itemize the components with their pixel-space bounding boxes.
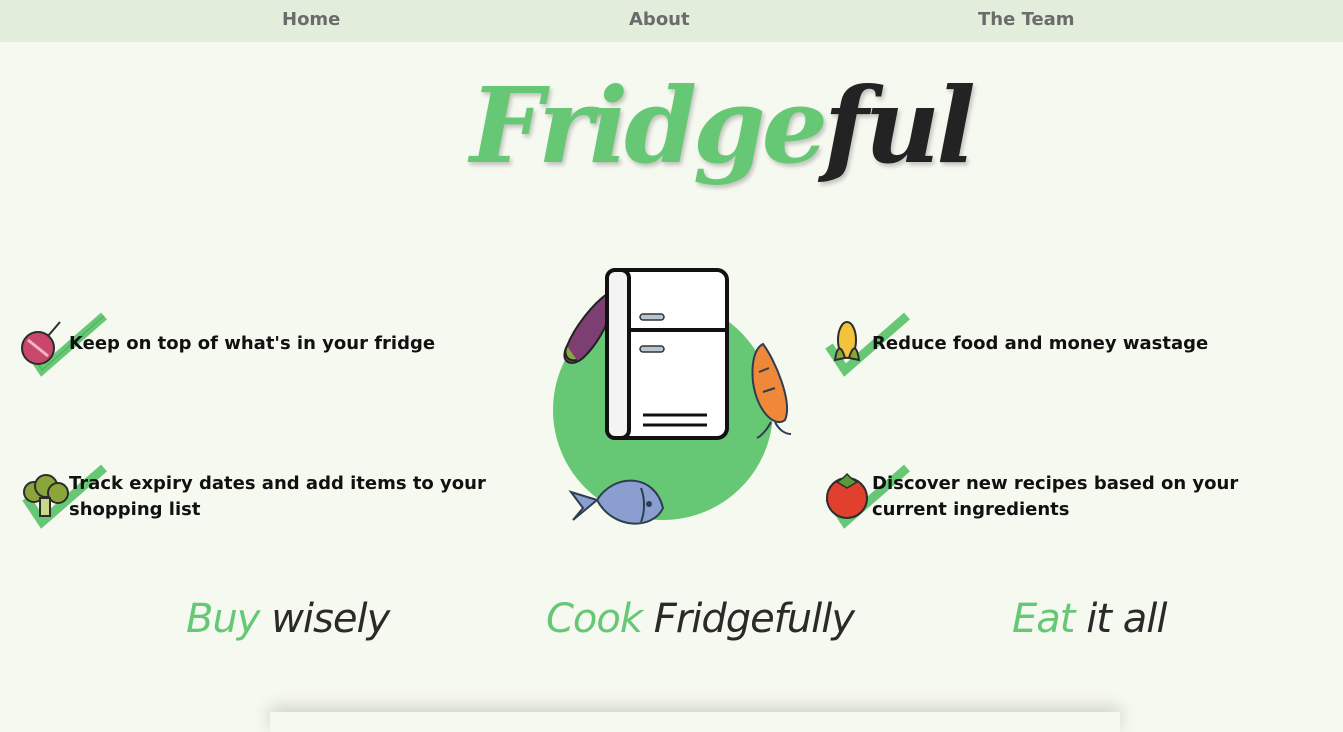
logo-part-fridge: Fridge (470, 64, 828, 187)
bottom-section-edge (270, 712, 1120, 732)
tagline-eat: Eat it all (1012, 596, 1167, 642)
feature-bottom-left: Track expiry dates and add items to your… (69, 473, 486, 520)
nav-home-link[interactable]: Home (282, 9, 340, 30)
top-nav: Home About The Team (0, 0, 1343, 42)
logo: Fridgeful (470, 64, 976, 224)
tagline-eat-accent: Eat (1012, 596, 1075, 642)
nav-about-link[interactable]: About (629, 9, 690, 30)
tagline-eat-rest: it all (1086, 596, 1167, 642)
logo-part-ful: ful (823, 64, 976, 187)
feature-top-left: Keep on top of what's in your fridge (69, 333, 436, 354)
fridge-icon (605, 268, 729, 440)
tagline-buy: Buy wisely (186, 596, 390, 642)
nav-team-link[interactable]: The Team (978, 9, 1075, 30)
feature-top-right: Reduce food and money wastage (872, 333, 1209, 354)
feature-bottom-right: Discover new recipes based on your curre… (872, 473, 1239, 520)
tagline-cook: Cook Fridgefully (546, 596, 855, 642)
tagline-cook-rest: Fridgefully (653, 596, 855, 642)
fridge-illustration (553, 268, 792, 525)
tagline-buy-rest: wisely (271, 596, 390, 642)
tagline-buy-accent: Buy (186, 596, 260, 642)
tagline-cook-accent: Cook (546, 596, 643, 642)
